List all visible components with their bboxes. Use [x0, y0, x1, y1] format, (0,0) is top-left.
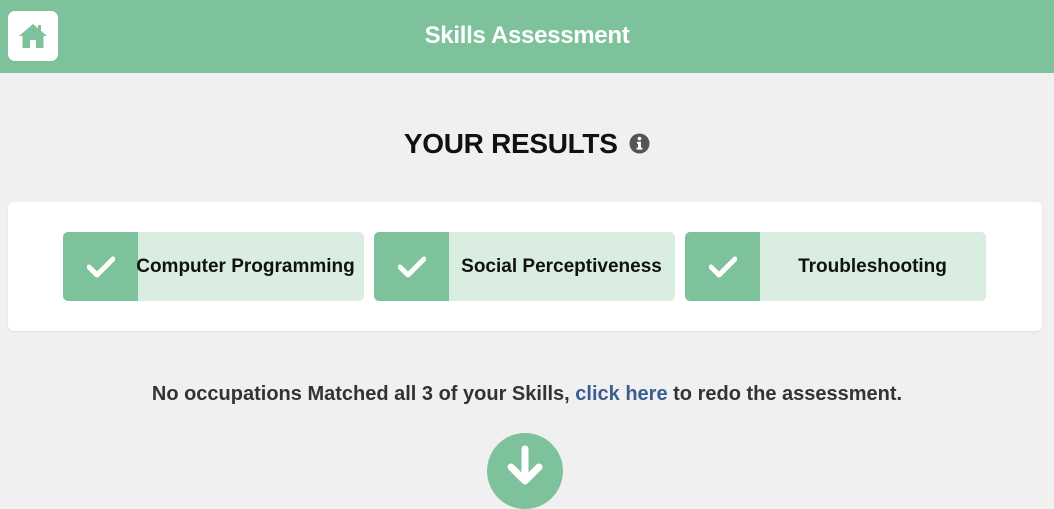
skill-check-box: [685, 232, 760, 301]
skill-item-computer-programming: Computer Programming: [63, 232, 364, 301]
check-icon: [397, 256, 426, 277]
skill-item-troubleshooting: Troubleshooting: [685, 232, 986, 301]
message-prefix: No occupations Matched all 3 of your Ski…: [151, 383, 576, 405]
skill-check-box: [374, 232, 449, 301]
redo-assessment-link[interactable]: click here: [575, 383, 667, 405]
skills-results-card: Computer Programming Social Perceptivene…: [8, 202, 1042, 331]
skill-label: Troubleshooting: [798, 255, 947, 277]
scroll-down-button[interactable]: [487, 433, 563, 509]
check-icon: [708, 256, 737, 277]
results-heading: YOUR RESULTS: [0, 128, 1054, 160]
skill-label: Computer Programming: [136, 255, 355, 277]
check-icon: [86, 256, 115, 277]
skill-label: Social Perceptiveness: [461, 255, 662, 277]
arrow-down-icon: [507, 445, 543, 485]
no-match-message: No occupations Matched all 3 of your Ski…: [0, 383, 1054, 406]
info-icon[interactable]: [629, 133, 650, 154]
page-title: Skills Assessment: [424, 22, 630, 49]
skill-item-social-perceptiveness: Social Perceptiveness: [374, 232, 675, 301]
message-suffix: to redo the assessment.: [667, 383, 903, 405]
results-title-text: YOUR RESULTS: [403, 128, 618, 159]
app-header: Skills Assessment: [0, 0, 1054, 73]
